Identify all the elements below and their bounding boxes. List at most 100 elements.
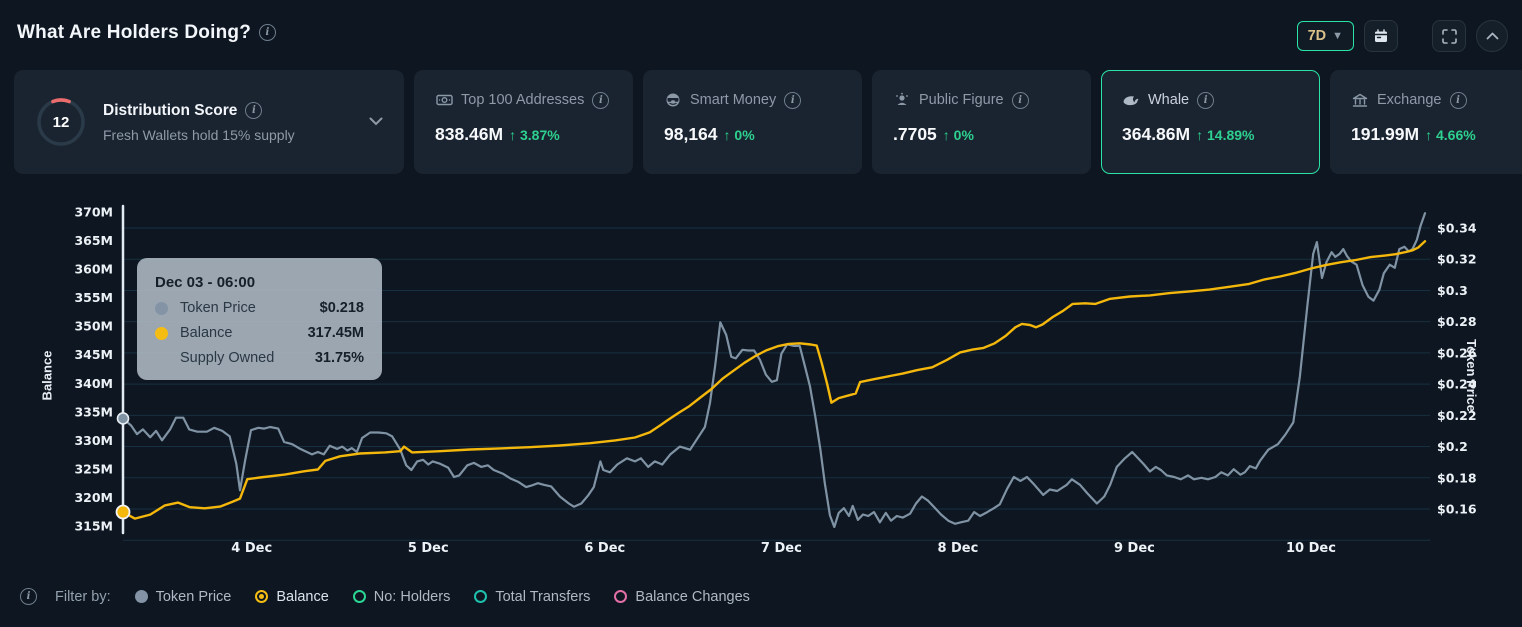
distribution-info-icon[interactable]: i: [245, 102, 262, 119]
svg-text:335M: 335M: [74, 404, 113, 419]
stat-value: 838.46M: [435, 124, 503, 144]
filter-caption: Filter by:: [55, 589, 111, 605]
radio-icon: [474, 590, 487, 603]
chevron-down-icon[interactable]: [369, 113, 383, 131]
svg-text:325M: 325M: [74, 461, 113, 476]
whale-icon: [1122, 91, 1140, 109]
page-title: What Are Holders Doing? i: [17, 22, 276, 44]
svg-text:370M: 370M: [74, 205, 113, 220]
balance-dot-icon: [155, 327, 168, 340]
score-value: 12: [35, 96, 87, 148]
stat-card-exchange[interactable]: Exchange i 191.99M ↑ 4.66%: [1330, 70, 1522, 174]
stat-card-whale[interactable]: Whale i 364.86M ↑ 14.89%: [1101, 70, 1320, 174]
stat-card-smart-money[interactable]: Smart Money i 98,164 ↑ 0%: [643, 70, 862, 174]
svg-text:$0.2: $0.2: [1437, 439, 1468, 454]
public-figure-icon: [893, 91, 911, 109]
stat-change: ↑ 0%: [724, 127, 755, 143]
svg-text:5 Dec: 5 Dec: [408, 541, 449, 556]
radio-icon: [135, 590, 148, 603]
stat-change: ↑ 4.66%: [1425, 127, 1476, 143]
token-price-dot-icon: [155, 302, 168, 315]
stat-info-icon[interactable]: i: [784, 92, 801, 109]
left-axis-title: Balance: [39, 351, 54, 401]
svg-text:330M: 330M: [74, 433, 113, 448]
calendar-icon: [1372, 27, 1390, 45]
radio-icon: [614, 590, 627, 603]
svg-text:$0.18: $0.18: [1437, 470, 1477, 485]
svg-text:320M: 320M: [74, 490, 113, 505]
chart-tooltip: Dec 03 - 06:00 Token Price $0.218 Balanc…: [137, 258, 382, 380]
holders-dashboard: What Are Holders Doing? i 7D ▼: [0, 0, 1522, 627]
stat-change: ↑ 14.89%: [1196, 127, 1254, 143]
stat-card-public-figure[interactable]: Public Figure i .7705 ↑ 0%: [872, 70, 1091, 174]
tooltip-date: Dec 03 - 06:00: [155, 274, 364, 291]
svg-text:350M: 350M: [74, 319, 113, 334]
filter-option-total-transfers[interactable]: Total Transfers: [474, 589, 590, 605]
radio-icon: [255, 590, 268, 603]
filter-option-balance[interactable]: Balance: [255, 589, 328, 605]
svg-text:$0.28: $0.28: [1437, 314, 1477, 329]
svg-text:$0.16: $0.16: [1437, 502, 1477, 517]
stat-value: 98,164: [664, 124, 718, 144]
svg-text:365M: 365M: [74, 233, 113, 248]
radio-icon: [353, 590, 366, 603]
stat-value: .7705: [893, 124, 937, 144]
svg-text:$0.3: $0.3: [1437, 283, 1468, 298]
svg-text:$0.32: $0.32: [1437, 252, 1477, 267]
stat-label: Top 100 Addresses: [461, 92, 584, 108]
stat-change: ↑ 0%: [943, 127, 974, 143]
stat-card-top100[interactable]: Top 100 Addresses i 838.46M ↑ 3.87%: [414, 70, 633, 174]
filter-info-icon[interactable]: i: [20, 588, 37, 605]
stat-label: Smart Money: [690, 92, 776, 108]
fullscreen-icon: [1440, 27, 1458, 45]
smart-money-icon: [664, 91, 682, 109]
right-axis-title: Token Price: [1464, 339, 1479, 412]
svg-text:7 Dec: 7 Dec: [761, 541, 802, 556]
filter-option-token-price[interactable]: Token Price: [135, 589, 232, 605]
svg-text:345M: 345M: [74, 347, 113, 362]
distribution-subtitle: Fresh Wallets hold 15% supply: [103, 127, 361, 143]
chevron-up-icon: [1483, 27, 1501, 45]
stat-info-icon[interactable]: i: [1197, 92, 1214, 109]
svg-text:355M: 355M: [74, 290, 113, 305]
banknote-icon: [435, 91, 453, 109]
holders-chart[interactable]: 370M 365M 360M 355M 350M 345M 340M 335M 330M 325M…: [0, 190, 1522, 575]
filter-option-no-holders[interactable]: No: Holders: [353, 589, 451, 605]
stat-info-icon[interactable]: i: [1450, 92, 1467, 109]
stat-info-icon[interactable]: i: [592, 92, 609, 109]
filter-bar: i Filter by: Token Price Balance No: Hol…: [20, 588, 750, 605]
svg-text:360M: 360M: [74, 262, 113, 277]
timeframe-value: 7D: [1308, 28, 1327, 44]
tooltip-row-balance: Balance 317.45M: [155, 325, 364, 341]
empty-dot: [155, 352, 168, 365]
stat-label: Whale: [1148, 92, 1189, 108]
collapse-button[interactable]: [1476, 20, 1508, 52]
distribution-score-card[interactable]: 12 Distribution Scorei Fresh Wallets hol…: [14, 70, 404, 174]
svg-text:315M: 315M: [74, 519, 113, 534]
header-controls: 7D ▼: [1297, 20, 1508, 52]
score-gauge: 12: [35, 96, 87, 148]
title-info-icon[interactable]: i: [259, 24, 276, 41]
svg-text:8 Dec: 8 Dec: [937, 541, 978, 556]
stat-value: 364.86M: [1122, 124, 1190, 144]
fullscreen-button[interactable]: [1432, 20, 1466, 52]
svg-text:340M: 340M: [74, 376, 113, 391]
chevron-down-icon: ▼: [1332, 30, 1343, 42]
page-title-text: What Are Holders Doing?: [17, 22, 251, 43]
exchange-icon: [1351, 91, 1369, 109]
calendar-button[interactable]: [1364, 20, 1398, 52]
svg-text:9 Dec: 9 Dec: [1114, 541, 1155, 556]
stat-change: ↑ 3.87%: [509, 127, 560, 143]
stat-info-icon[interactable]: i: [1012, 92, 1029, 109]
tooltip-row-supply-owned: Supply Owned 31.75%: [155, 350, 364, 366]
stat-label: Exchange: [1377, 92, 1442, 108]
svg-text:10 Dec: 10 Dec: [1286, 541, 1336, 556]
svg-text:$0.34: $0.34: [1437, 221, 1477, 236]
timeframe-select[interactable]: 7D ▼: [1297, 21, 1354, 51]
filter-option-balance-changes[interactable]: Balance Changes: [614, 589, 749, 605]
tooltip-row-token-price: Token Price $0.218: [155, 300, 364, 316]
stat-value: 191.99M: [1351, 124, 1419, 144]
svg-text:6 Dec: 6 Dec: [584, 541, 625, 556]
distribution-title: Distribution Scorei: [103, 102, 361, 120]
stat-label: Public Figure: [919, 92, 1004, 108]
